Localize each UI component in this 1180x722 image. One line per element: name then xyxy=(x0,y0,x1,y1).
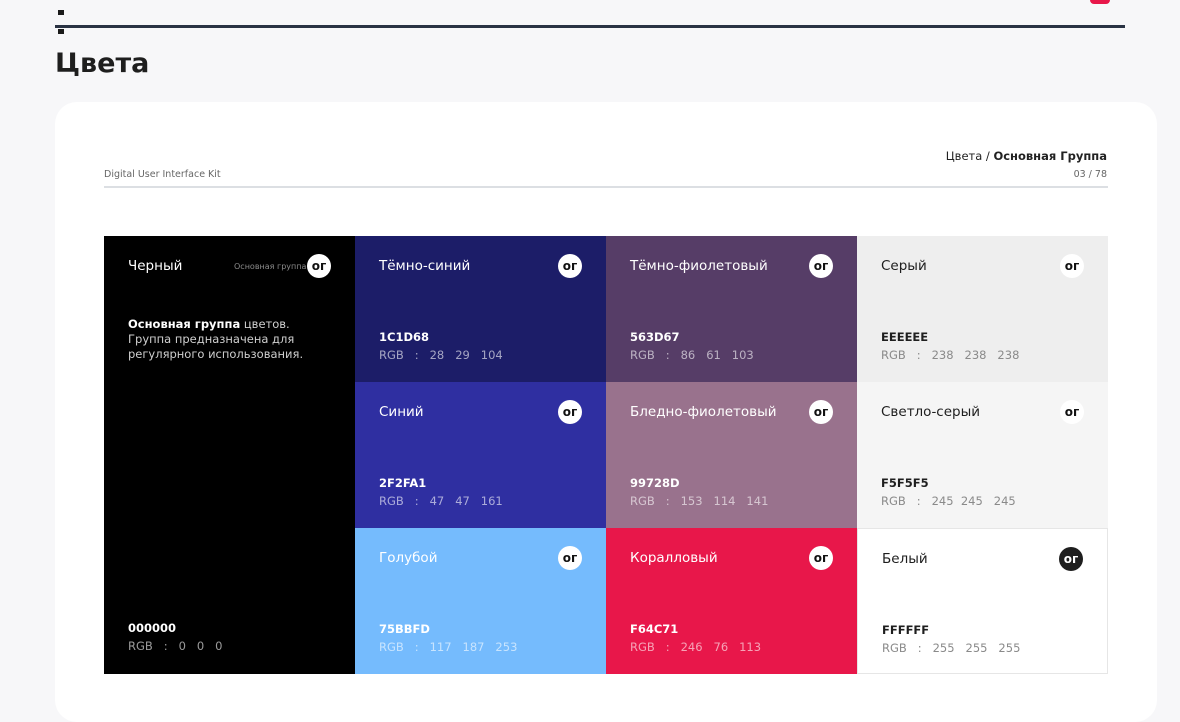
swatch-rgb: RGB : 246 76 113 xyxy=(630,640,762,654)
swatch-card[interactable]: Белый ог FFFFFF RGB : 255 255 255 xyxy=(857,528,1108,674)
swatch-rgb: RGB : 238 238 238 xyxy=(881,348,1020,362)
swatch-rgb: RGB : 117 187 253 xyxy=(379,640,518,654)
swatch-card[interactable]: Голубой ог 75BBFD RGB : 117 187 253 xyxy=(355,528,606,674)
corner-accent xyxy=(1090,0,1110,4)
breadcrumb-prefix[interactable]: Цвета / xyxy=(946,149,990,163)
kit-label: Digital User Interface Kit xyxy=(104,169,221,180)
group-badge: ог xyxy=(1060,400,1084,424)
page-number: 03 / 78 xyxy=(1073,169,1107,180)
swatch-card[interactable]: Тёмно-фиолетовый ог 563D67 RGB : 86 61 103 xyxy=(606,236,857,382)
card-divider xyxy=(104,186,1108,188)
swatch-rgb: RGB : 153 114 141 xyxy=(630,494,769,508)
swatch-rgb: RGB : 0 0 0 xyxy=(128,639,223,653)
group-description: Основная группа цветов. Группа предназна… xyxy=(128,317,328,362)
group-badge: ог xyxy=(1060,254,1084,278)
swatch-card[interactable]: Серый ог EEEEEE RGB : 238 238 238 xyxy=(857,236,1108,382)
swatch-hex: FFFFFF xyxy=(882,623,930,637)
group-label: Основная группа xyxy=(234,262,307,271)
group-badge: ог xyxy=(307,254,331,278)
header-divider xyxy=(55,25,1125,28)
swatch-name: Тёмно-синий xyxy=(379,258,471,274)
group-badge: ог xyxy=(558,254,582,278)
swatch-hex: 75BBFD xyxy=(379,622,430,636)
swatch-name: Голубой xyxy=(379,550,438,566)
swatch-hex: 000000 xyxy=(128,621,177,635)
group-badge: ог xyxy=(558,400,582,424)
swatch-rgb: RGB : 28 29 104 xyxy=(379,348,503,362)
logo-fragment xyxy=(58,0,88,34)
swatch-card[interactable]: Коралловый ог F64C71 RGB : 246 76 113 xyxy=(606,528,857,674)
swatch-name: Белый xyxy=(882,551,928,567)
group-badge: ог xyxy=(1059,547,1083,571)
swatch-name: Тёмно-фиолетовый xyxy=(630,258,768,274)
group-badge: ог xyxy=(809,400,833,424)
color-grid: Черный Основная группа ог Основная групп… xyxy=(104,236,1108,674)
swatch-name: Светло-серый xyxy=(881,404,981,420)
swatch-rgb: RGB : 86 61 103 xyxy=(630,348,754,362)
swatch-hex: F5F5F5 xyxy=(881,476,929,490)
group-badge: ог xyxy=(809,254,833,278)
breadcrumb-current: Основная Группа xyxy=(993,149,1107,163)
palette-card: Digital User Interface Kit Цвета / Основ… xyxy=(55,102,1157,722)
swatch-rgb: RGB : 245 245 245 xyxy=(881,494,1016,508)
swatch-name: Синий xyxy=(379,404,424,420)
breadcrumb: Цвета / Основная Группа xyxy=(946,149,1107,163)
swatch-name: Бледно-фиолетовый xyxy=(630,404,777,420)
swatch-card[interactable]: Тёмно-синий ог 1C1D68 RGB : 28 29 104 xyxy=(355,236,606,382)
page-title: Цвета xyxy=(55,48,150,79)
group-badge: ог xyxy=(809,546,833,570)
swatch-hex: F64C71 xyxy=(630,622,679,636)
swatch-rgb: RGB : 255 255 255 xyxy=(882,641,1021,655)
swatch-name: Коралловый xyxy=(630,550,718,566)
swatch-hex: 2F2FA1 xyxy=(379,476,427,490)
swatch-hex: EEEEEE xyxy=(881,330,929,344)
swatch-card[interactable]: Бледно-фиолетовый ог 99728D RGB : 153 114 1… xyxy=(606,382,857,528)
swatch-card[interactable]: Синий ог 2F2FA1 RGB : 47 47 161 xyxy=(355,382,606,528)
swatch-card[interactable]: Светло-серый ог F5F5F5 RGB : 245 245 245 xyxy=(857,382,1108,528)
swatch-name: Серый xyxy=(881,258,927,274)
swatch-hex: 99728D xyxy=(630,476,680,490)
description-bold: Основная группа xyxy=(128,317,241,331)
swatch-black[interactable]: Черный Основная группа ог Основная групп… xyxy=(104,236,355,674)
swatch-rgb: RGB : 47 47 161 xyxy=(379,494,503,508)
swatch-name: Черный xyxy=(128,258,183,274)
group-badge: ог xyxy=(558,546,582,570)
swatch-hex: 563D67 xyxy=(630,330,680,344)
swatch-hex: 1C1D68 xyxy=(379,330,429,344)
